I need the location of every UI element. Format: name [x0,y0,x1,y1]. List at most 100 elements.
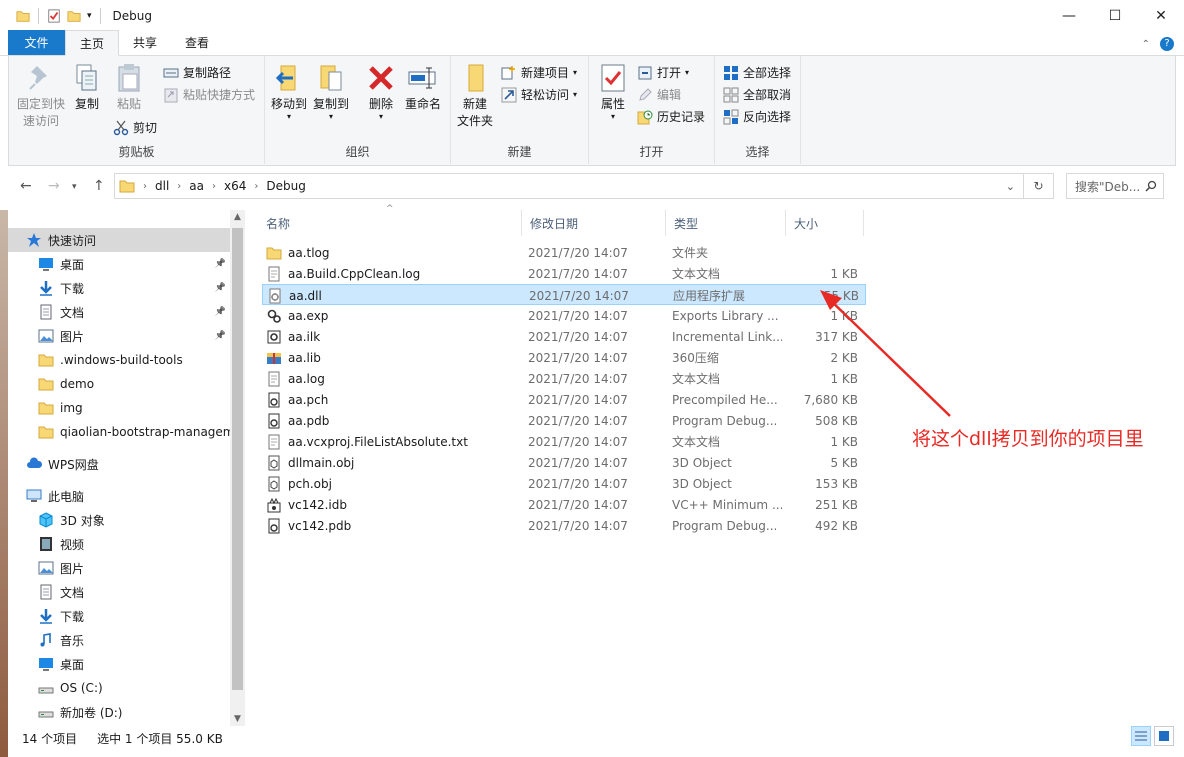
nav-item[interactable]: OS (C:) [8,676,230,700]
breadcrumb-debug[interactable]: Debug [266,179,305,193]
properties-icon[interactable] [47,8,61,23]
file-row[interactable]: aa.Build.CppClean.log 2021/7/20 14:07 文本文档… [262,263,866,284]
breadcrumb-dll[interactable]: dll [155,179,169,193]
nav-item[interactable]: 视频 [8,532,230,556]
help-icon[interactable]: ? [1160,37,1174,51]
window-controls: — ☐ ✕ [1046,0,1184,31]
nav-item[interactable]: 文档 📌 [8,300,230,324]
nav-item[interactable]: img [8,396,230,420]
file-row[interactable]: aa.pch 2021/7/20 14:07 Precompiled He... 7,… [262,389,866,410]
file-row[interactable]: aa.ilk 2021/7/20 14:07 Incremental Link...… [262,326,866,347]
nav-item[interactable]: demo [8,372,230,396]
edit-button[interactable]: 编辑 [637,86,681,103]
desktop-icon [38,256,54,272]
invert-selection-button[interactable]: 反向选择 [723,108,791,125]
file-row[interactable]: aa.tlog 2021/7/20 14:07 文件夹 [262,242,866,263]
back-button[interactable]: ← [20,178,32,194]
file-row[interactable]: aa.dll 2021/7/20 14:07 应用程序扩展 55 KB [262,284,866,305]
nav-item[interactable]: 图片 📌 [8,324,230,348]
tab-file[interactable]: 文件 [8,30,65,55]
new-item-button[interactable]: 新建项目 ▾ [501,64,577,81]
nav-item[interactable]: 新加卷 (D:) [8,700,230,724]
scrollbar-thumb[interactable] [232,228,243,690]
select-none-button[interactable]: 全部取消 [723,86,791,103]
file-row[interactable]: pch.obj 2021/7/20 14:07 3D Object 153 KB [262,473,866,494]
qat-dropdown-icon[interactable]: ▾ [87,11,92,21]
open-button[interactable]: 打开 ▾ [637,64,689,81]
nav-item[interactable]: qiaolian-bootstrap-managem [8,420,230,444]
history-button[interactable]: 历史记录 [637,108,705,125]
address-history-dropdown[interactable]: ⌄ [1006,180,1015,193]
file-row[interactable]: aa.pdb 2021/7/20 14:07 Program Debug... 508… [262,410,866,431]
search-input[interactable]: 搜索"Deb... [1066,173,1164,199]
easy-access-button[interactable]: 轻松访问 ▾ [501,86,577,103]
file-row[interactable]: vc142.idb 2021/7/20 14:07 VC++ Minimum ...… [262,494,866,515]
select-all-button[interactable]: 全部选择 [723,64,791,81]
nav-item[interactable]: 快速访问 [8,228,230,252]
column-header-date[interactable]: 修改日期 [522,210,666,236]
scroll-up-icon[interactable]: ▲ [230,212,245,222]
nav-item[interactable]: 下载 📌 [8,276,230,300]
maximize-button[interactable]: ☐ [1092,0,1138,31]
file-row[interactable]: aa.log 2021/7/20 14:07 文本文档 1 KB [262,368,866,389]
cut-button[interactable]: 剪切 [113,119,157,136]
details-view-button[interactable] [1131,726,1151,746]
paste-button[interactable]: 粘贴 [113,62,145,113]
nav-item[interactable]: 桌面 [8,652,230,676]
navigation-scrollbar[interactable]: ▲ ▼ [230,210,245,726]
breadcrumb-separator[interactable]: › [177,181,181,192]
copy-path-button[interactable]: 复制路径 [163,64,231,81]
nav-item[interactable]: 下载 [8,604,230,628]
nav-item[interactable]: 3D 对象 [8,508,230,532]
up-button[interactable]: ↑ [93,178,105,194]
scroll-down-icon[interactable]: ▼ [230,714,245,724]
breadcrumb-x64[interactable]: x64 [224,179,246,193]
new-folder-button[interactable]: 新建 文件夹 [457,62,493,130]
collapse-ribbon-icon[interactable]: ⌃ [1142,39,1150,50]
nav-item[interactable]: WPS网盘 [8,452,230,476]
breadcrumb-separator[interactable]: › [143,181,147,192]
breadcrumb-aa[interactable]: aa [189,179,204,193]
file-size: 1 KB [830,266,858,281]
file-name: vc142.idb [288,497,347,512]
file-row[interactable]: aa.lib 2021/7/20 14:07 360压缩 2 KB [262,347,866,368]
close-button[interactable]: ✕ [1138,0,1184,31]
scissors-icon [113,120,129,135]
nav-item[interactable]: 此电脑 [8,484,230,508]
address-bar[interactable]: › dll › aa › x64 › Debug ⌄ [114,173,1024,199]
copy-button[interactable]: 复制 [71,62,103,113]
tab-home[interactable]: 主页 [65,30,120,56]
new-item-icon [501,65,515,79]
forward-button[interactable]: → [48,178,60,194]
column-header-size[interactable]: 大小 [786,210,864,236]
tab-share[interactable]: 共享 [119,30,171,55]
paste-shortcut-button[interactable]: 粘贴快捷方式 [163,86,255,103]
recent-locations-button[interactable]: ▾ [72,182,77,192]
properties-button[interactable]: 属性 ▾ [595,62,631,121]
delete-button[interactable]: 删除 ▾ [365,62,397,121]
move-to-button[interactable]: 移动到 ▾ [269,62,309,121]
file-row[interactable]: vc142.pdb 2021/7/20 14:07 Program Debug...… [262,515,866,536]
breadcrumb-separator[interactable]: › [254,181,258,192]
column-header-name[interactable]: 名称 [258,210,522,236]
file-size: 1 KB [830,371,858,386]
new-folder-icon[interactable] [67,9,81,23]
file-row[interactable]: aa.vcxproj.FileListAbsolute.txt 2021/7/20… [262,431,866,452]
nav-item[interactable]: 桌面 📌 [8,252,230,276]
pin-quick-access-button[interactable]: 固定到快 速访问 [15,62,67,130]
minimize-button[interactable]: — [1046,0,1092,31]
column-header-type[interactable]: 类型 [666,210,786,236]
nav-item[interactable]: 音乐 [8,628,230,652]
file-row[interactable]: dllmain.obj 2021/7/20 14:07 3D Object 5 KB [262,452,866,473]
breadcrumb-separator[interactable]: › [212,181,216,192]
nav-item[interactable]: 文档 [8,580,230,604]
nav-item[interactable]: .windows-build-tools [8,348,230,372]
copy-to-button[interactable]: 复制到 ▾ [311,62,351,121]
file-row[interactable]: aa.exp 2021/7/20 14:07 Exports Library ...… [262,305,866,326]
file-date: 2021/7/20 14:07 [528,329,628,344]
rename-button[interactable]: 重命名 [403,62,443,113]
tab-view[interactable]: 查看 [171,30,223,55]
large-icons-view-button[interactable] [1154,726,1174,746]
nav-item[interactable]: 图片 [8,556,230,580]
refresh-button[interactable]: ↻ [1024,173,1054,199]
